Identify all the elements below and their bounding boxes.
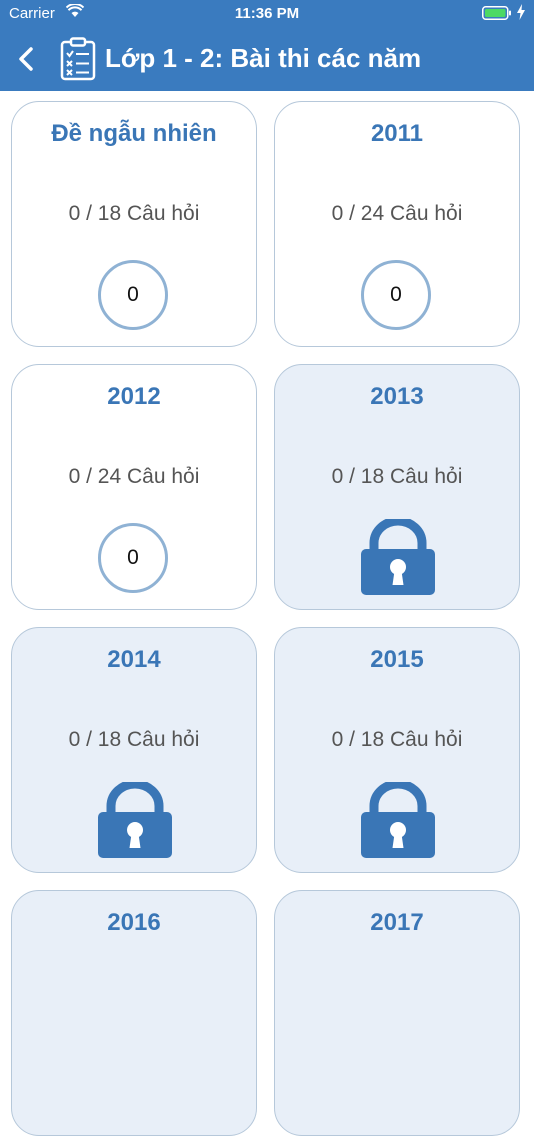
card-title: 2011: [370, 120, 424, 147]
card-question-count: 0 / 18 Câu hỏi: [331, 728, 463, 751]
nav-header: Carrier 11:36 PM Lớp 1 - 2: Bài thi các …: [0, 0, 534, 91]
exam-card-2017[interactable]: 2017: [274, 890, 520, 1136]
page-title: Lớp 1 - 2: Bài thi các năm: [105, 43, 422, 73]
score-ring: 0: [98, 260, 168, 330]
card-title: Đề ngẫu nhiên: [51, 120, 217, 147]
exam-card-random[interactable]: Đề ngẫu nhiên 0 / 18 Câu hỏi 0: [11, 101, 257, 347]
exam-checklist-icon: [60, 37, 96, 81]
status-bar: Carrier 11:36 PM: [0, 0, 534, 28]
card-question-count: 0 / 18 Câu hỏi: [68, 728, 200, 751]
card-title: 2014: [107, 646, 161, 673]
card-question-count: 0 / 18 Câu hỏi: [331, 465, 463, 488]
card-title: 2013: [370, 383, 424, 410]
exam-card-2015[interactable]: 2015 0 / 18 Câu hỏi: [274, 627, 520, 873]
exam-card-2013[interactable]: 2013 0 / 18 Câu hỏi: [274, 364, 520, 610]
card-title: 2015: [370, 646, 424, 673]
score-ring: 0: [98, 523, 168, 593]
lock-icon: [98, 782, 172, 858]
exam-card-2016[interactable]: 2016: [11, 890, 257, 1136]
card-question-count: 0 / 24 Câu hỏi: [68, 465, 200, 488]
exam-card-2011[interactable]: 2011 0 / 24 Câu hỏi 0: [274, 101, 520, 347]
card-title: 2012: [107, 383, 161, 410]
card-question-count: 0 / 24 Câu hỏi: [331, 202, 463, 225]
exam-card-2012[interactable]: 2012 0 / 24 Câu hỏi 0: [11, 364, 257, 610]
card-title: 2016: [107, 909, 161, 936]
exam-card-2014[interactable]: 2014 0 / 18 Câu hỏi: [11, 627, 257, 873]
status-time: 11:36 PM: [234, 5, 300, 22]
score-ring: 0: [361, 260, 431, 330]
back-icon[interactable]: [16, 45, 36, 73]
charging-icon: [517, 4, 525, 20]
card-question-count: 0 / 18 Câu hỏi: [68, 202, 200, 225]
battery-icon: [482, 6, 511, 20]
lock-icon: [361, 782, 435, 858]
card-title: 2017: [370, 909, 424, 936]
lock-icon: [361, 519, 435, 595]
